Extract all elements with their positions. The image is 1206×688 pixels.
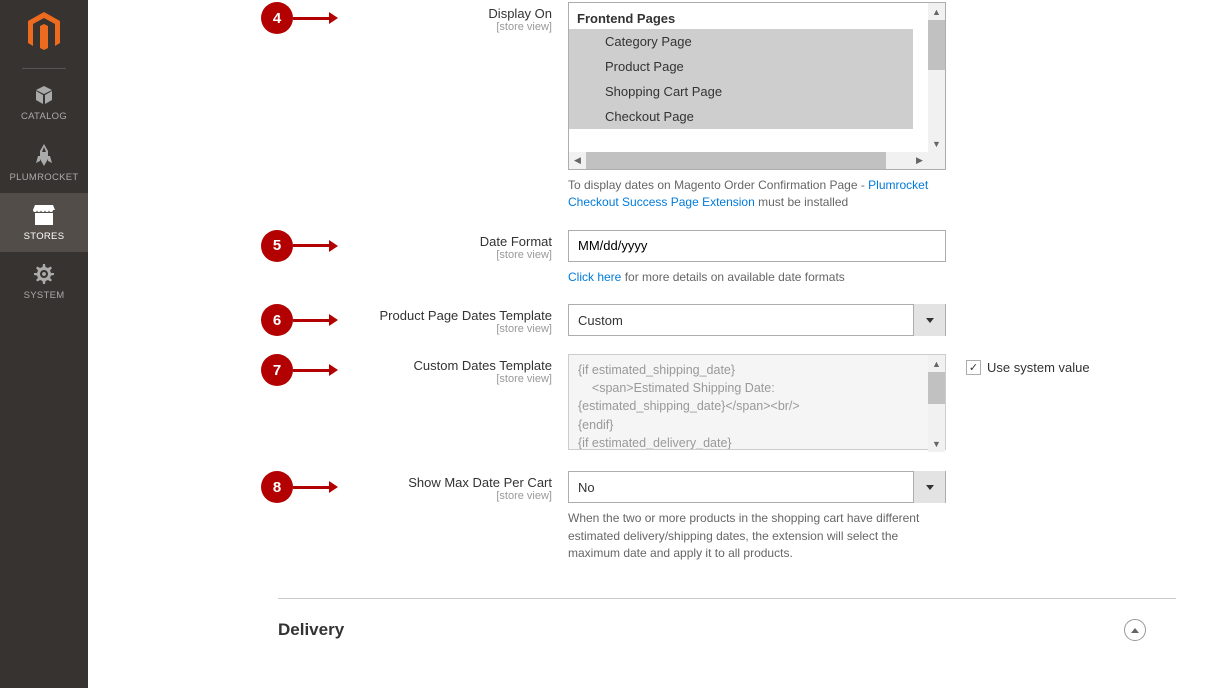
- annotation-badge-8: 8: [261, 471, 338, 503]
- annotation-badge-7: 7: [261, 354, 338, 386]
- arrow-head-icon: [329, 364, 338, 376]
- multiselect-option[interactable]: Shopping Cart Page: [569, 79, 913, 104]
- badge-number: 6: [261, 304, 293, 336]
- multiselect-option[interactable]: Product Page: [569, 54, 913, 79]
- annotation-badge-5: 5: [261, 230, 338, 262]
- sidebar-item-stores[interactable]: STORES: [0, 193, 88, 252]
- field-scope: [store view]: [368, 21, 552, 33]
- scrollbar-vertical[interactable]: ▲: [928, 3, 945, 152]
- scroll-right-icon[interactable]: ▶: [911, 152, 928, 169]
- arrow-head-icon: [329, 12, 338, 24]
- scroll-up-icon[interactable]: ▲: [928, 3, 945, 20]
- field-custom-template: 7 Custom Dates Template [store view] ▲ ▼…: [88, 354, 1176, 453]
- use-system-checkbox[interactable]: [966, 360, 981, 375]
- multiselect-option[interactable]: Category Page: [569, 29, 913, 54]
- use-system-label: Use system value: [987, 360, 1090, 375]
- badge-number: 5: [261, 230, 293, 262]
- main-content: 4 Display On [store view] Frontend Pages…: [88, 0, 1206, 688]
- chevron-down-icon[interactable]: [913, 471, 945, 503]
- field-scope: [store view]: [368, 323, 552, 335]
- field-note: To display dates on Magento Order Confir…: [568, 177, 946, 212]
- sidebar-item-system[interactable]: SYSTEM: [0, 252, 88, 311]
- cube-icon: [34, 85, 54, 105]
- field-scope: [store view]: [368, 373, 552, 385]
- custom-template-textarea: [568, 354, 946, 450]
- chevron-down-icon[interactable]: [913, 304, 945, 336]
- note-text: To display dates on Magento Order Confir…: [568, 178, 868, 192]
- gear-icon: [34, 264, 54, 284]
- admin-sidebar: CATALOG PLUMROCKET STORES SYSTEM: [0, 0, 88, 688]
- field-note: Click here for more details on available…: [568, 269, 946, 286]
- section-delivery[interactable]: Delivery: [278, 598, 1176, 661]
- arrow-line: [293, 486, 329, 489]
- field-label: Date Format: [368, 234, 552, 249]
- sidebar-item-plumrocket[interactable]: PLUMROCKET: [0, 132, 88, 193]
- sidebar-label: SYSTEM: [24, 290, 65, 301]
- arrow-head-icon: [329, 240, 338, 252]
- arrow-head-icon: [329, 314, 338, 326]
- scrollbar-horizontal[interactable]: ◀ ▶ ▼: [569, 152, 945, 169]
- store-icon: [33, 205, 55, 225]
- show-max-select[interactable]: No: [568, 471, 946, 503]
- sidebar-item-catalog[interactable]: CATALOG: [0, 73, 88, 132]
- product-template-select[interactable]: Custom: [568, 304, 946, 336]
- date-format-input[interactable]: [568, 230, 946, 262]
- badge-number: 7: [261, 354, 293, 386]
- select-value: Custom: [569, 313, 913, 328]
- field-show-max: 8 Show Max Date Per Cart [store view] No…: [88, 471, 1176, 562]
- field-label: Display On: [368, 6, 552, 21]
- arrow-line: [293, 17, 329, 20]
- scroll-thumb[interactable]: [928, 372, 945, 404]
- sidebar-divider: [22, 68, 66, 69]
- multiselect-optgroup: Frontend Pages: [569, 8, 945, 29]
- field-display-on: 4 Display On [store view] Frontend Pages…: [88, 2, 1176, 212]
- field-scope: [store view]: [368, 249, 552, 261]
- note-text: must be installed: [755, 195, 848, 209]
- sidebar-label: PLUMROCKET: [10, 172, 79, 183]
- scroll-down-icon[interactable]: ▼: [928, 135, 945, 152]
- field-date-format: 5 Date Format [store view] Click here fo…: [88, 230, 1176, 286]
- scroll-up-icon[interactable]: ▲: [928, 355, 945, 372]
- scroll-left-icon[interactable]: ◀: [569, 152, 586, 169]
- annotation-badge-4: 4: [261, 2, 338, 34]
- select-value: No: [569, 480, 913, 495]
- field-label: Product Page Dates Template: [368, 308, 552, 323]
- sidebar-label: CATALOG: [21, 111, 67, 122]
- magento-logo[interactable]: [26, 12, 62, 52]
- field-product-template: 6 Product Page Dates Template [store vie…: [88, 304, 1176, 336]
- badge-number: 4: [261, 2, 293, 34]
- annotation-badge-6: 6: [261, 304, 338, 336]
- sidebar-label: STORES: [24, 231, 65, 242]
- scroll-thumb[interactable]: [586, 152, 886, 169]
- field-scope: [store view]: [368, 490, 552, 502]
- scrollbar-vertical[interactable]: ▲ ▼: [928, 355, 945, 452]
- note-text: for more details on available date forma…: [621, 270, 844, 284]
- note-link[interactable]: Click here: [568, 270, 621, 284]
- collapse-toggle[interactable]: [1124, 619, 1146, 641]
- arrow-line: [293, 319, 329, 322]
- rocket-icon: [34, 144, 54, 166]
- badge-number: 8: [261, 471, 293, 503]
- multiselect-option[interactable]: Checkout Page: [569, 104, 913, 129]
- scroll-down-icon[interactable]: ▼: [928, 435, 945, 452]
- field-label: Show Max Date Per Cart: [368, 475, 552, 490]
- arrow-line: [293, 244, 329, 247]
- arrow-head-icon: [329, 481, 338, 493]
- field-label: Custom Dates Template: [368, 358, 552, 373]
- scroll-thumb[interactable]: [928, 20, 945, 70]
- section-title: Delivery: [278, 620, 344, 640]
- display-on-multiselect[interactable]: Frontend Pages Category Page Product Pag…: [568, 2, 946, 170]
- field-note: When the two or more products in the sho…: [568, 510, 946, 562]
- arrow-line: [293, 369, 329, 372]
